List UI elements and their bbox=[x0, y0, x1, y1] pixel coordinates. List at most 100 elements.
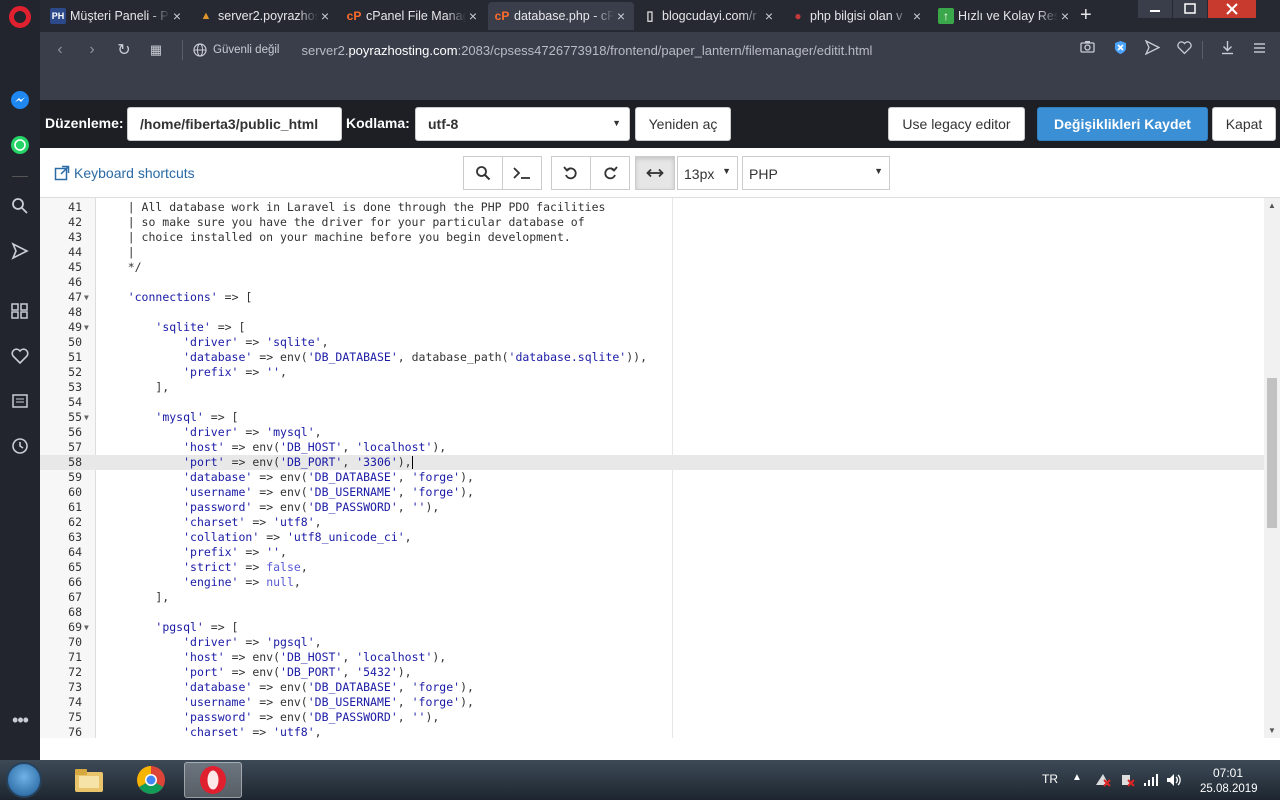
news-icon[interactable] bbox=[8, 389, 32, 413]
undo-button[interactable] bbox=[551, 156, 591, 190]
close-tab-icon[interactable]: × bbox=[466, 8, 480, 24]
close-tab-icon[interactable]: × bbox=[1058, 8, 1072, 24]
messenger-icon[interactable] bbox=[8, 88, 32, 112]
easy-setup-icon[interactable] bbox=[1252, 40, 1267, 58]
close-button[interactable]: Kapat bbox=[1212, 107, 1276, 141]
code-line[interactable]: 56 'driver' => 'mysql', bbox=[40, 425, 1264, 440]
close-window-button[interactable] bbox=[1208, 0, 1256, 18]
vertical-scrollbar[interactable]: ▲ ▼ bbox=[1264, 198, 1280, 738]
save-changes-button[interactable]: Değişiklikleri Kaydet bbox=[1037, 107, 1208, 141]
whatsapp-icon[interactable] bbox=[8, 133, 32, 157]
browser-tab[interactable]: ● php bilgisi olan v × bbox=[784, 2, 930, 30]
scrollbar-thumb[interactable] bbox=[1267, 378, 1277, 528]
new-tab-button[interactable]: + bbox=[1080, 4, 1092, 27]
language-indicator[interactable]: TR bbox=[1042, 772, 1058, 786]
browser-tab[interactable]: ↑ Hızlı ve Kolay Res × bbox=[932, 2, 1078, 30]
bookmark-heart-icon[interactable] bbox=[1177, 40, 1192, 58]
browser-tab[interactable]: PH Müşteri Paneli - P × bbox=[44, 2, 190, 30]
search-button[interactable] bbox=[463, 156, 503, 190]
speed-dial-icon[interactable] bbox=[8, 299, 32, 323]
camera-icon[interactable] bbox=[1080, 40, 1095, 56]
code-line[interactable]: 74 'username' => env('DB_USERNAME', 'for… bbox=[40, 695, 1264, 710]
opera-logo-icon[interactable] bbox=[9, 6, 31, 28]
reopen-button[interactable]: Yeniden aç bbox=[635, 107, 731, 141]
code-line[interactable]: 60 'username' => env('DB_USERNAME', 'for… bbox=[40, 485, 1264, 500]
action-center-icon[interactable] bbox=[1095, 773, 1111, 790]
adblock-icon[interactable] bbox=[1113, 40, 1128, 58]
code-line[interactable]: 62 'charset' => 'utf8', bbox=[40, 515, 1264, 530]
code-line[interactable]: 54 bbox=[40, 395, 1264, 410]
scroll-down-icon[interactable]: ▼ bbox=[1268, 726, 1276, 735]
chrome-taskbar-button[interactable] bbox=[122, 762, 180, 798]
code-area[interactable]: 41 | All database work in Laravel is don… bbox=[40, 198, 1264, 738]
fold-toggle-icon[interactable]: ▼ bbox=[84, 290, 89, 305]
browser-tab[interactable]: ▯ blogcudayi.com/r × bbox=[636, 2, 782, 30]
browser-tab[interactable]: cP database.php - cP × bbox=[488, 2, 634, 30]
maximize-button[interactable] bbox=[1173, 0, 1207, 18]
tabs-grid-icon[interactable]: ▦ bbox=[140, 42, 172, 58]
close-tab-icon[interactable]: × bbox=[170, 8, 184, 24]
fold-toggle-icon[interactable]: ▼ bbox=[84, 620, 89, 635]
browser-tab[interactable]: cP cPanel File Manag × bbox=[340, 2, 486, 30]
code-line[interactable]: 65 'strict' => false, bbox=[40, 560, 1264, 575]
close-tab-icon[interactable]: × bbox=[614, 8, 628, 24]
code-line[interactable]: 58 'port' => env('DB_PORT', '3306'), bbox=[40, 455, 1264, 470]
code-line[interactable]: 61 'password' => env('DB_PASSWORD', ''), bbox=[40, 500, 1264, 515]
show-hidden-icons-icon[interactable]: ▲ bbox=[1072, 772, 1082, 783]
fold-toggle-icon[interactable]: ▼ bbox=[84, 320, 89, 335]
search-icon[interactable] bbox=[8, 194, 32, 218]
code-line[interactable]: 52 'prefix' => '', bbox=[40, 365, 1264, 380]
file-path-field[interactable]: /home/fiberta3/public_html bbox=[127, 107, 342, 141]
code-line[interactable]: 44 | bbox=[40, 245, 1264, 260]
mode-select[interactable]: PHP ▼ bbox=[742, 156, 890, 190]
code-line[interactable]: 72 'port' => env('DB_PORT', '5432'), bbox=[40, 665, 1264, 680]
heart-icon[interactable] bbox=[8, 344, 32, 368]
code-line[interactable]: 43 | choice installed on your machine be… bbox=[40, 230, 1264, 245]
code-line[interactable]: 75 'password' => env('DB_PASSWORD', ''), bbox=[40, 710, 1264, 725]
keyboard-shortcuts-link[interactable]: Keyboard shortcuts bbox=[54, 165, 195, 181]
code-line[interactable]: 53 ], bbox=[40, 380, 1264, 395]
fold-toggle-icon[interactable]: ▼ bbox=[84, 410, 89, 425]
code-line[interactable]: 42 | so make sure you have the driver fo… bbox=[40, 215, 1264, 230]
scroll-up-icon[interactable]: ▲ bbox=[1268, 201, 1276, 210]
opera-taskbar-button[interactable] bbox=[184, 762, 242, 798]
close-tab-icon[interactable]: × bbox=[318, 8, 332, 24]
clock-date[interactable]: 25.08.2019 bbox=[1200, 783, 1258, 795]
code-line[interactable]: 69 ▼ 'pgsql' => [ bbox=[40, 620, 1264, 635]
legacy-editor-button[interactable]: Use legacy editor bbox=[888, 107, 1025, 141]
reload-icon[interactable]: ↻ bbox=[108, 40, 140, 60]
goto-line-button[interactable] bbox=[502, 156, 542, 190]
code-line[interactable]: 68 bbox=[40, 605, 1264, 620]
code-line[interactable]: 76 'charset' => 'utf8', bbox=[40, 725, 1264, 738]
forward-icon[interactable]: › bbox=[76, 41, 108, 59]
volume-icon[interactable] bbox=[1166, 773, 1182, 790]
history-icon[interactable] bbox=[8, 434, 32, 458]
code-line[interactable]: 64 'prefix' => '', bbox=[40, 545, 1264, 560]
start-button[interactable] bbox=[6, 762, 42, 798]
code-line[interactable]: 73 'database' => env('DB_DATABASE', 'for… bbox=[40, 680, 1264, 695]
code-line[interactable]: 57 'host' => env('DB_HOST', 'localhost')… bbox=[40, 440, 1264, 455]
network-icon[interactable] bbox=[1143, 773, 1159, 790]
close-tab-icon[interactable]: × bbox=[762, 8, 776, 24]
code-line[interactable]: 47 ▼ 'connections' => [ bbox=[40, 290, 1264, 305]
code-line[interactable]: 49 ▼ 'sqlite' => [ bbox=[40, 320, 1264, 335]
font-size-select[interactable]: 13px ▼ bbox=[677, 156, 738, 190]
url-field[interactable]: server2.poyrazhosting.com:2083/cpsess472… bbox=[301, 43, 872, 58]
security-indicator[interactable]: Güvenli değil bbox=[193, 43, 279, 57]
code-line[interactable]: 45 */ bbox=[40, 260, 1264, 275]
code-line[interactable]: 46 bbox=[40, 275, 1264, 290]
code-line[interactable]: 41 | All database work in Laravel is don… bbox=[40, 200, 1264, 215]
power-icon[interactable] bbox=[1119, 773, 1135, 790]
send-page-icon[interactable] bbox=[1144, 39, 1161, 58]
code-line[interactable]: 63 'collation' => 'utf8_unicode_ci', bbox=[40, 530, 1264, 545]
back-icon[interactable]: ‹ bbox=[44, 41, 76, 59]
code-line[interactable]: 50 'driver' => 'sqlite', bbox=[40, 335, 1264, 350]
clock-time[interactable]: 07:01 bbox=[1213, 766, 1243, 780]
explorer-taskbar-button[interactable] bbox=[60, 762, 118, 798]
close-tab-icon[interactable]: × bbox=[910, 8, 924, 24]
more-icon[interactable]: ••• bbox=[8, 708, 32, 732]
code-line[interactable]: 70 'driver' => 'pgsql', bbox=[40, 635, 1264, 650]
download-icon[interactable] bbox=[1220, 40, 1235, 58]
encoding-select[interactable]: utf-8 ▼ bbox=[415, 107, 630, 141]
code-line[interactable]: 67 ], bbox=[40, 590, 1264, 605]
